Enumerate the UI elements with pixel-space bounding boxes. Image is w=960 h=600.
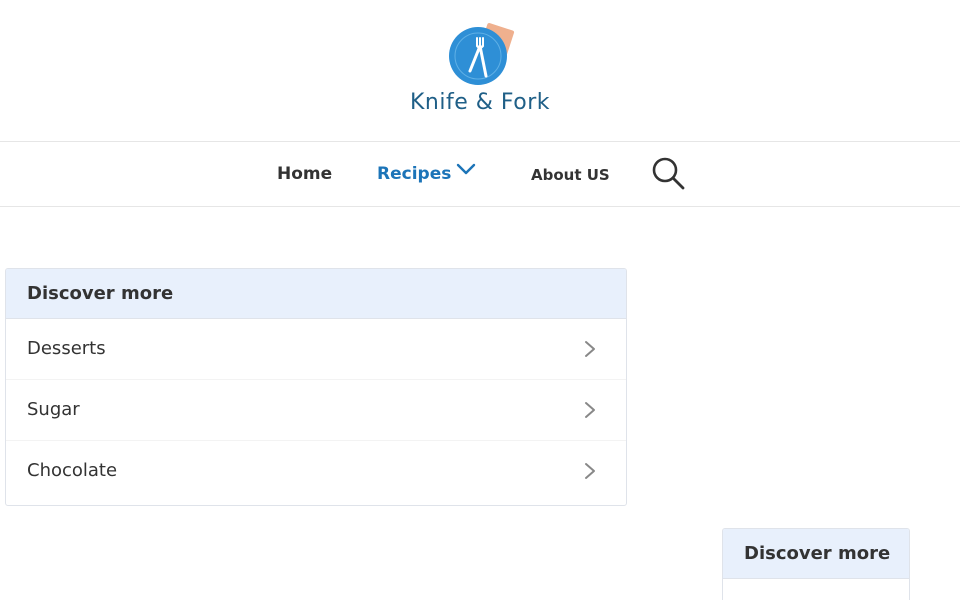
discover-more-side-panel: Discover more bbox=[722, 528, 910, 600]
site-logo[interactable]: Knife & Fork bbox=[400, 16, 560, 126]
nav-home[interactable]: Home bbox=[277, 164, 332, 184]
logo-text: Knife & Fork bbox=[409, 90, 551, 115]
plate-fork-knife-icon bbox=[449, 23, 515, 85]
site-header: Knife & Fork bbox=[0, 0, 960, 142]
nav-about-us[interactable]: About US bbox=[531, 166, 610, 184]
discover-item-label: Sugar bbox=[27, 399, 80, 420]
page: Knife & Fork Home Recipes About US Disco… bbox=[0, 0, 960, 600]
main-nav: Home Recipes About US bbox=[0, 142, 960, 207]
chevron-right-icon bbox=[585, 402, 595, 418]
discover-item-chocolate[interactable]: Chocolate bbox=[6, 441, 626, 501]
chevron-down-icon[interactable] bbox=[456, 162, 476, 176]
discover-more-side-title: Discover more bbox=[723, 529, 909, 579]
nav-recipes[interactable]: Recipes bbox=[377, 164, 451, 184]
discover-more-panel: Discover more Desserts Sugar Chocolate bbox=[5, 268, 627, 506]
discover-item-sugar[interactable]: Sugar bbox=[6, 380, 626, 441]
search-icon[interactable] bbox=[650, 155, 686, 191]
discover-item-label: Desserts bbox=[27, 338, 106, 359]
chevron-right-icon bbox=[585, 341, 595, 357]
discover-item-desserts[interactable]: Desserts bbox=[6, 319, 626, 380]
chevron-right-icon bbox=[585, 463, 595, 479]
discover-more-title: Discover more bbox=[6, 269, 626, 319]
discover-item-label: Chocolate bbox=[27, 460, 118, 481]
